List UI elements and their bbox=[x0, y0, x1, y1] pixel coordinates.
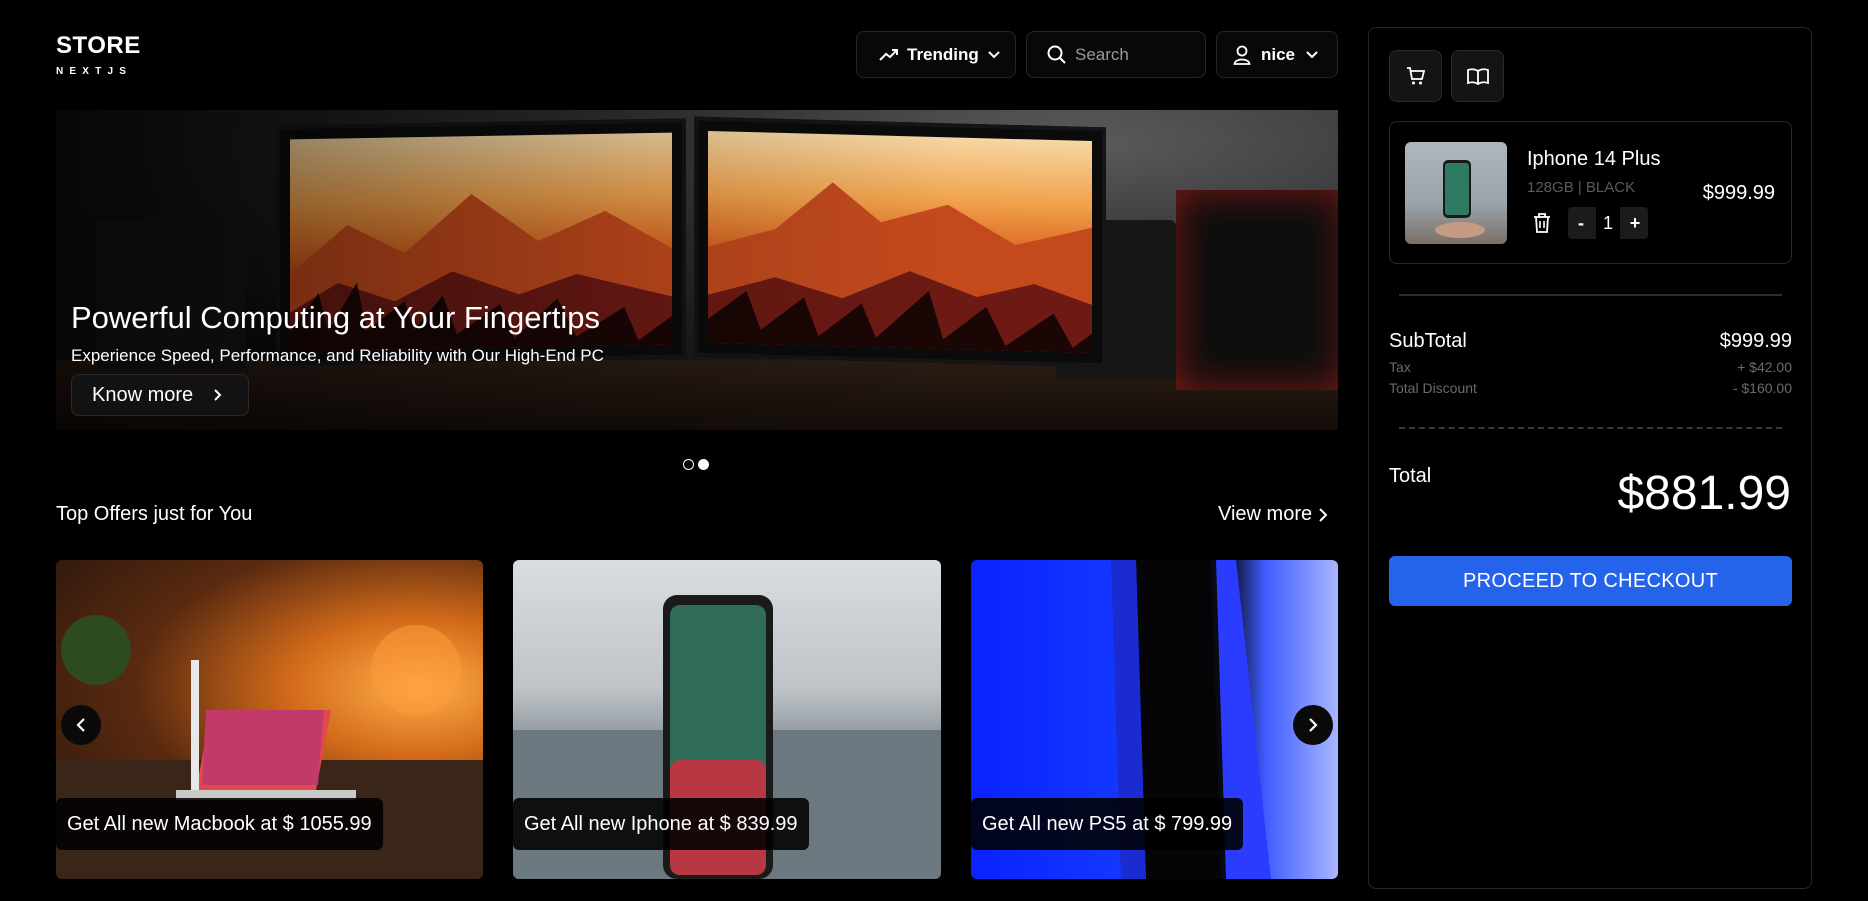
quantity-value: 1 bbox=[1596, 207, 1620, 239]
total-label: Total bbox=[1389, 465, 1432, 487]
discount-label: Total Discount bbox=[1389, 380, 1477, 396]
chevron-right-icon bbox=[1319, 507, 1328, 522]
hero-title: Powerful Computing at Your Fingertips bbox=[71, 300, 601, 335]
discount-row: Total Discount - $160.00 bbox=[1389, 380, 1792, 396]
product-name: Iphone 14 Plus bbox=[1527, 148, 1661, 170]
user-name: nice bbox=[1261, 44, 1296, 64]
offer-card-macbook[interactable]: Get All new Macbook at $ 1055.99 bbox=[56, 560, 483, 879]
store-logo[interactable]: STORE NEXTJS bbox=[56, 32, 141, 77]
checkout-button[interactable]: PROCEED TO CHECKOUT bbox=[1389, 556, 1792, 606]
chevron-left-icon bbox=[76, 718, 85, 732]
search-icon bbox=[1047, 45, 1066, 64]
offer-card-label: Get All new Iphone at $ 839.99 bbox=[513, 798, 809, 850]
trending-label: Trending bbox=[907, 44, 979, 64]
book-open-icon bbox=[1466, 68, 1489, 85]
cart-panel: Iphone 14 Plus 128GB | BLACK $999.99 - 1… bbox=[1368, 27, 1812, 889]
chevron-down-icon bbox=[1306, 50, 1318, 58]
chevron-down-icon bbox=[988, 50, 1000, 58]
offers-title: Top Offers just for You bbox=[56, 503, 253, 525]
search-placeholder: Search bbox=[1075, 44, 1129, 64]
view-more-link[interactable]: View more bbox=[1218, 503, 1328, 526]
trash-icon[interactable] bbox=[1532, 212, 1552, 234]
cart-icon bbox=[1406, 67, 1425, 85]
book-tab-button[interactable] bbox=[1451, 50, 1504, 102]
chevron-right-icon bbox=[214, 389, 222, 401]
offer-card-iphone[interactable]: Get All new Iphone at $ 839.99 bbox=[513, 560, 941, 879]
carousel-dots bbox=[683, 459, 709, 470]
trending-up-icon bbox=[879, 48, 898, 61]
divider bbox=[1399, 294, 1782, 296]
know-more-button[interactable]: Know more bbox=[71, 374, 249, 416]
hero-subtitle: Experience Speed, Performance, and Relia… bbox=[71, 346, 604, 365]
store-page: STORE NEXTJS Trending Search nice Powerf… bbox=[0, 0, 1868, 901]
carousel-dot-1[interactable] bbox=[683, 459, 694, 470]
product-variant: 128GB | BLACK bbox=[1527, 179, 1636, 196]
chevron-right-icon bbox=[1309, 718, 1318, 732]
discount-value: - $160.00 bbox=[1732, 380, 1792, 396]
product-thumbnail bbox=[1405, 142, 1507, 244]
tax-label: Tax bbox=[1389, 359, 1411, 375]
user-menu[interactable]: nice bbox=[1216, 31, 1338, 78]
decrease-quantity-button[interactable]: - bbox=[1568, 207, 1594, 239]
subtotal-row: SubTotal $999.99 bbox=[1389, 330, 1792, 353]
quantity-stepper: - 1 + bbox=[1568, 207, 1648, 239]
user-icon bbox=[1233, 45, 1251, 65]
tax-value: + $42.00 bbox=[1737, 359, 1792, 375]
total-value: $881.99 bbox=[1617, 467, 1791, 520]
trending-dropdown[interactable]: Trending bbox=[856, 31, 1016, 78]
view-more-label: View more bbox=[1218, 503, 1313, 525]
logo-subtitle: NEXTJS bbox=[56, 66, 133, 77]
offer-card-label: Get All new PS5 at $ 799.99 bbox=[971, 798, 1244, 850]
cart-tab-button[interactable] bbox=[1389, 50, 1442, 102]
offers-prev-button[interactable] bbox=[61, 705, 101, 745]
hero-banner[interactable]: Powerful Computing at Your Fingertips Ex… bbox=[56, 110, 1338, 430]
carousel-dot-2[interactable] bbox=[698, 459, 709, 470]
offer-card-label: Get All new Macbook at $ 1055.99 bbox=[56, 798, 383, 850]
logo-title: STORE bbox=[56, 32, 141, 59]
subtotal-value: $999.99 bbox=[1719, 330, 1792, 352]
subtotal-label: SubTotal bbox=[1389, 330, 1467, 352]
increase-quantity-button[interactable]: + bbox=[1622, 207, 1648, 239]
offers-next-button[interactable] bbox=[1293, 705, 1333, 745]
dashed-divider bbox=[1399, 427, 1782, 429]
product-price: $999.99 bbox=[1702, 182, 1775, 204]
tax-row: Tax + $42.00 bbox=[1389, 359, 1792, 375]
search-input[interactable]: Search bbox=[1026, 31, 1206, 78]
know-more-label: Know more bbox=[92, 383, 194, 406]
cart-item: Iphone 14 Plus 128GB | BLACK $999.99 - 1… bbox=[1389, 121, 1792, 264]
offer-card-ps5[interactable]: Get All new PS5 at $ 799.99 bbox=[971, 560, 1338, 879]
